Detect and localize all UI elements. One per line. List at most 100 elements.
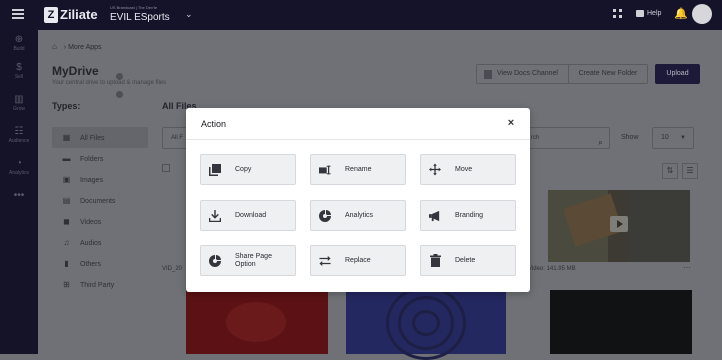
replace-icon xyxy=(319,254,331,267)
action-label: Branding xyxy=(455,211,484,219)
avatar[interactable] xyxy=(692,4,712,24)
rail-label: Grow xyxy=(13,106,25,112)
file-name[interactable]: VID_20 xyxy=(162,266,182,272)
download-icon xyxy=(209,209,221,222)
breadcrumb: ⌂ › More Apps xyxy=(52,42,102,51)
top-bar: Z Ziliate US Brandcast | The Dev'te EVIL… xyxy=(0,0,722,30)
type-label: Audios xyxy=(80,240,102,247)
dollar-icon: $ xyxy=(16,62,22,73)
chevron-down-icon[interactable]: ⌄ xyxy=(185,9,193,20)
copy-button[interactable]: Copy xyxy=(200,154,296,185)
title-info-icons[interactable] xyxy=(116,67,132,98)
per-page-select[interactable]: 10 ▼ xyxy=(652,127,694,149)
pie-chart-icon: ◔ xyxy=(15,158,23,169)
rename-button[interactable]: Rename xyxy=(310,154,406,185)
download-button[interactable]: Download xyxy=(200,200,296,231)
type-label: Images xyxy=(80,177,103,184)
type-label: Documents xyxy=(80,198,116,205)
type-item-folders[interactable]: ▬ Folders xyxy=(52,148,148,169)
breadcrumb-current[interactable]: More Apps xyxy=(68,44,101,51)
type-item-all-files[interactable]: ▦ All Files xyxy=(52,127,148,148)
action-label: Download xyxy=(235,211,267,219)
apps-grid-icon[interactable] xyxy=(613,9,622,18)
help-icon[interactable] xyxy=(636,10,644,17)
megaphone-icon xyxy=(429,209,441,222)
select-all-checkbox[interactable] xyxy=(162,164,170,172)
card-menu-icon[interactable]: ··· xyxy=(683,263,691,272)
music-note-icon: ♫ xyxy=(63,238,70,247)
type-item-images[interactable]: ▣ Images xyxy=(52,169,148,190)
types-heading: Types: xyxy=(52,101,81,111)
move-button[interactable]: Move xyxy=(420,154,516,185)
image-icon: ▣ xyxy=(62,175,71,184)
org-switcher-name[interactable]: EVIL ESports xyxy=(110,12,170,23)
app-logo-text[interactable]: Ziliate xyxy=(60,7,98,22)
modal-title: Action xyxy=(201,119,227,129)
video-thumbnail[interactable] xyxy=(548,190,690,262)
type-item-third-party[interactable]: ⊞ Third Party xyxy=(52,274,148,295)
file-meta: Video: 141.95 MB xyxy=(528,266,576,272)
type-label: Third Party xyxy=(80,282,115,289)
action-label: Rename xyxy=(345,165,372,173)
third-party-icon: ⊞ xyxy=(63,280,70,289)
dropdown-caret-icon: ▼ xyxy=(680,135,686,141)
share-page-option-button[interactable]: Share Page Option xyxy=(200,245,296,276)
play-icon[interactable] xyxy=(610,216,628,232)
rail-item-analytics[interactable]: ◔ Analytics xyxy=(0,158,38,177)
breadcrumb-separator: › xyxy=(63,44,67,51)
search-input-text: rch xyxy=(531,135,540,141)
image-thumbnail[interactable] xyxy=(346,286,506,360)
type-item-audios[interactable]: ♫ Audios xyxy=(52,232,148,253)
notification-bell-icon[interactable]: 🔔 xyxy=(674,7,688,20)
bar-chart-icon: ▥ xyxy=(14,94,24,105)
image-thumbnail[interactable] xyxy=(186,290,328,354)
action-label: Replace xyxy=(345,256,371,264)
type-item-documents[interactable]: ▤ Documents xyxy=(52,190,148,211)
close-icon[interactable]: × xyxy=(504,116,518,130)
action-label: Move xyxy=(455,165,473,173)
image-thumbnail[interactable] xyxy=(550,290,692,354)
docs-icon xyxy=(484,70,492,79)
show-label: Show xyxy=(621,134,639,141)
page-subtitle: Your central drive to upload & manage fi… xyxy=(52,80,167,86)
home-icon[interactable]: ⌂ xyxy=(52,42,57,51)
modal-header: Action × xyxy=(186,108,530,140)
type-label: All Files xyxy=(80,135,105,142)
search-input[interactable]: rch ⌕ xyxy=(524,127,610,149)
branding-button[interactable]: Branding xyxy=(420,200,516,231)
rail-label: Analytics xyxy=(8,170,29,176)
folder-icon: ▬ xyxy=(62,154,71,163)
action-label: Copy xyxy=(235,165,252,173)
video-icon: ◼ xyxy=(63,217,70,226)
hamburger-menu-icon[interactable] xyxy=(12,9,24,19)
rail-item-more[interactable]: ••• xyxy=(0,190,38,202)
upload-button[interactable]: Upload xyxy=(655,64,700,84)
rail-item-build[interactable]: ⊕ Build xyxy=(0,34,38,53)
copy-icon xyxy=(209,163,221,176)
left-rail: ⊕ Build $ Sell ▥ Grow ☷ Audience ◔ Analy… xyxy=(0,30,38,354)
type-item-videos[interactable]: ◼ Videos xyxy=(52,211,148,232)
type-item-others[interactable]: ▮ Others xyxy=(52,253,148,274)
replace-button[interactable]: Replace xyxy=(310,245,406,276)
delete-button[interactable]: Delete xyxy=(420,245,516,276)
action-label: Analytics xyxy=(345,211,374,219)
search-icon[interactable]: ⌕ xyxy=(598,132,603,152)
create-folder-button[interactable]: Create New Folder xyxy=(568,64,648,84)
action-modal: Action × Copy Rename Move Download Analy… xyxy=(186,108,530,292)
rail-item-audience[interactable]: ☷ Audience xyxy=(0,126,38,145)
file-icon: ▮ xyxy=(64,259,69,268)
rail-item-sell[interactable]: $ Sell xyxy=(0,62,38,81)
share-icon xyxy=(209,254,221,267)
type-label: Videos xyxy=(80,219,102,226)
build-icon: ⊕ xyxy=(14,34,24,45)
action-label: Delete xyxy=(455,256,476,264)
help-link[interactable]: Help xyxy=(647,10,661,17)
rename-icon xyxy=(319,163,331,176)
sort-view-icon[interactable]: ⇅ xyxy=(662,163,678,179)
document-icon: ▤ xyxy=(62,196,71,205)
rail-item-grow[interactable]: ▥ Grow xyxy=(0,94,38,113)
view-docs-label: View Docs Channel xyxy=(497,70,558,77)
analytics-button[interactable]: Analytics xyxy=(310,200,406,231)
list-view-icon[interactable]: ☰ xyxy=(682,163,698,179)
ziliate-logo-icon[interactable]: Z xyxy=(44,7,58,23)
